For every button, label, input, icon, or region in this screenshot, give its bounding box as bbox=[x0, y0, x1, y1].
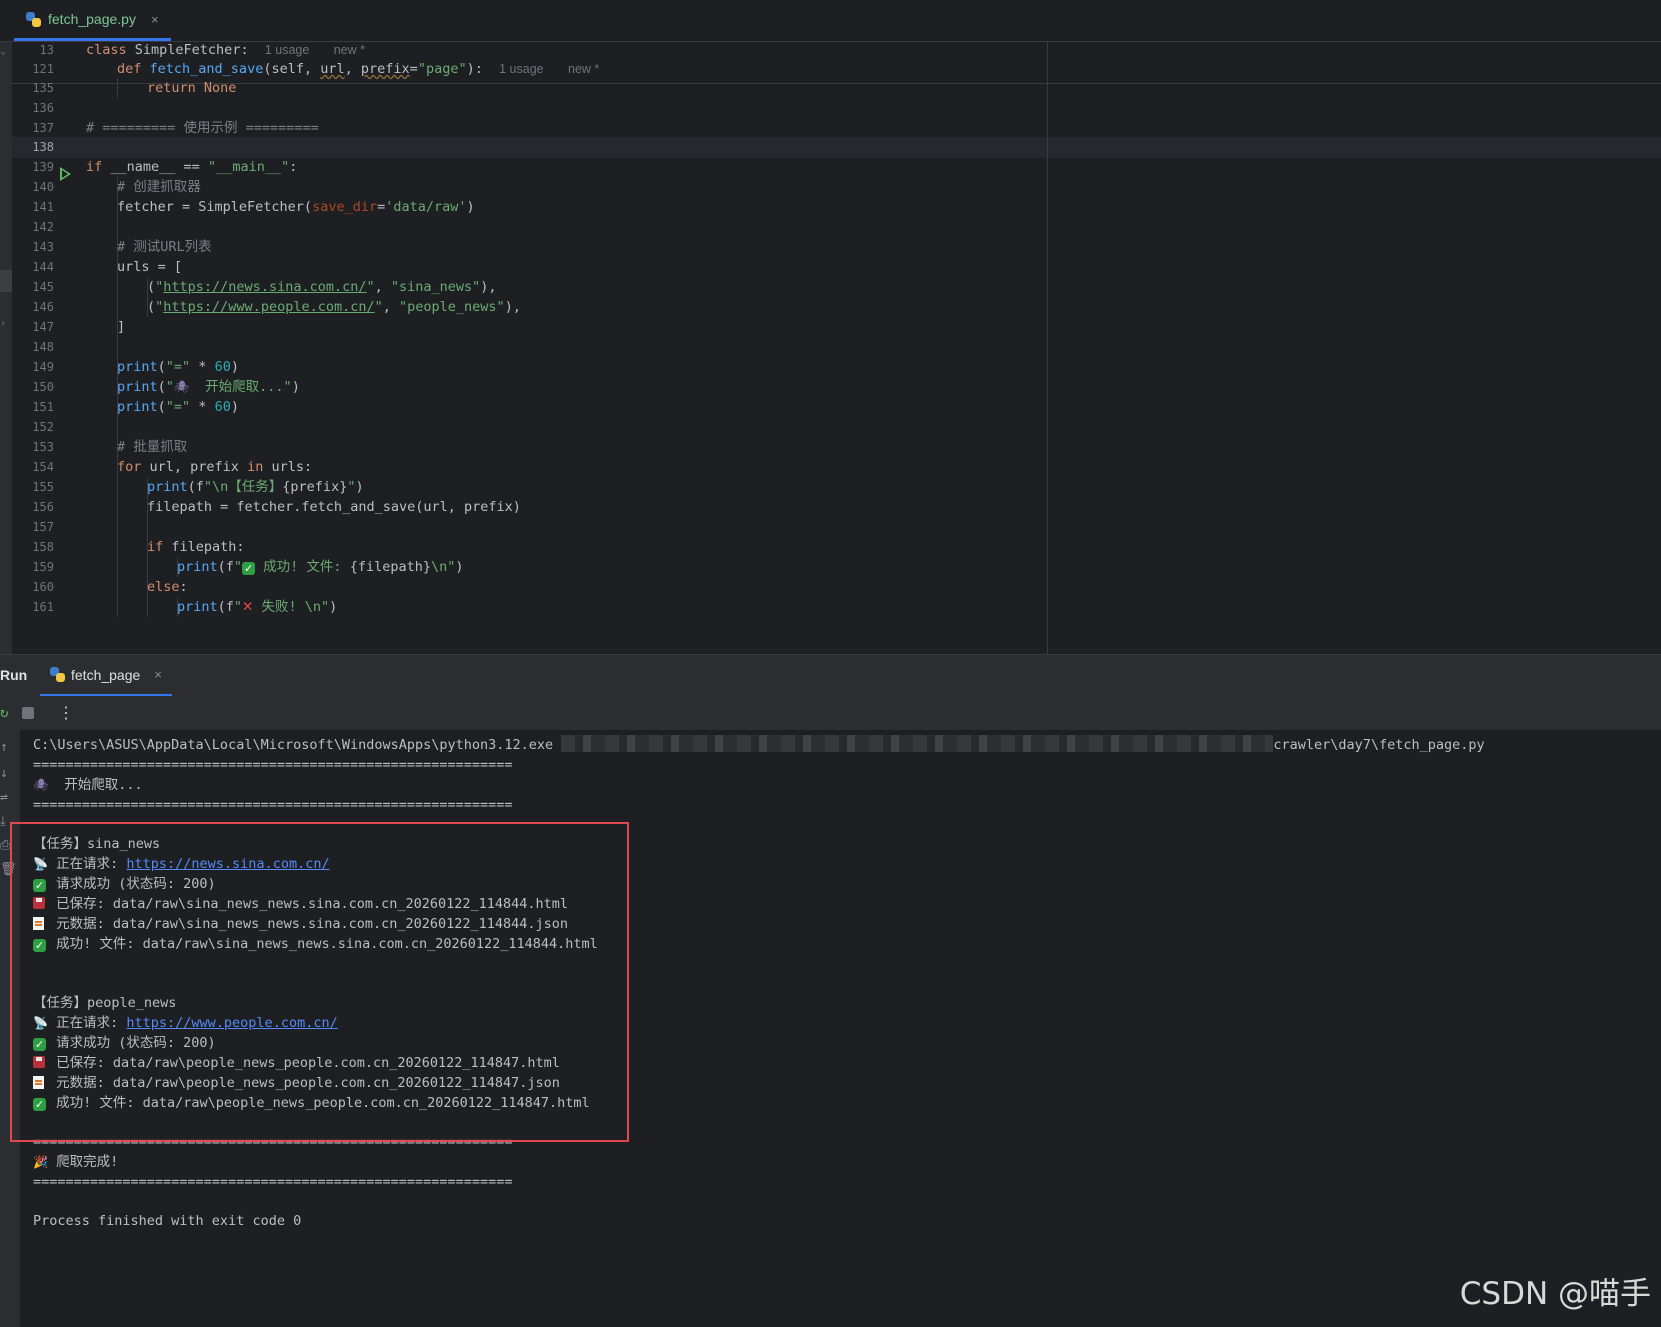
line-number-gutter: 13 121 135 136 137 138 139 140 141 142 1… bbox=[12, 42, 86, 654]
line-number: 141 bbox=[32, 200, 54, 214]
line-number: 136 bbox=[32, 101, 54, 115]
line-number: 135 bbox=[32, 81, 54, 95]
code-line-150: print("🕷 开始爬取...") bbox=[117, 377, 300, 398]
line-number: 157 bbox=[32, 520, 54, 534]
line-number: 142 bbox=[32, 220, 54, 234]
cross-icon: ✕ bbox=[242, 599, 254, 615]
line-number: 121 bbox=[32, 62, 54, 76]
usage-hint: 1 usage bbox=[264, 43, 310, 57]
chevron-down-icon[interactable]: ⌄ bbox=[0, 46, 6, 57]
csdn-watermark: CSDN @喵手 bbox=[1459, 1276, 1651, 1312]
run-panel-header: Run fetch_page × bbox=[0, 654, 1661, 697]
code-line-144: urls = [ bbox=[117, 259, 183, 275]
line-number: 144 bbox=[32, 260, 54, 274]
line-number: 161 bbox=[32, 600, 54, 614]
stop-icon[interactable] bbox=[22, 707, 34, 719]
run-tab-label: fetch_page bbox=[71, 666, 141, 683]
line-number: 159 bbox=[32, 560, 54, 574]
line-number: 138 bbox=[32, 140, 54, 154]
code-line-141: fetcher = SimpleFetcher(save_dir='data/r… bbox=[117, 199, 475, 215]
editor-tab-bar: fetch_page.py × bbox=[0, 0, 1661, 42]
python-run-icon bbox=[50, 667, 65, 682]
print-icon[interactable]: ⎙ bbox=[0, 838, 10, 853]
code-line-161: print(f"✕ 失败! \n") bbox=[177, 599, 338, 615]
code-line-121: def fetch_and_save(self, url, prefix="pa… bbox=[117, 61, 600, 77]
line-number: 140 bbox=[32, 180, 54, 194]
console-separator: ========================================… bbox=[33, 1174, 513, 1190]
code-line-147: ] bbox=[117, 319, 126, 335]
chevron-right-icon[interactable]: › bbox=[0, 318, 6, 329]
code-line-149: print("=" * 60) bbox=[117, 359, 239, 375]
line-number: 149 bbox=[32, 360, 54, 374]
code-line-154: for url, prefix in urls: bbox=[117, 459, 313, 475]
line-number: 150 bbox=[32, 380, 54, 394]
check-icon: ✓ bbox=[242, 562, 256, 575]
line-number: 155 bbox=[32, 480, 54, 494]
console-separator: ========================================… bbox=[33, 797, 513, 813]
code-line-145: ("https://news.sina.com.cn/", "sina_news… bbox=[147, 279, 497, 295]
line-number: 148 bbox=[32, 340, 54, 354]
line-number: 153 bbox=[32, 440, 54, 454]
line-number: 154 bbox=[32, 460, 54, 474]
line-number: 160 bbox=[32, 580, 54, 594]
redacted-path-block bbox=[561, 735, 1274, 752]
code-line-158: if filepath: bbox=[147, 539, 245, 555]
line-number: 145 bbox=[32, 280, 54, 294]
scroll-to-end-icon[interactable]: ⤓ bbox=[0, 814, 6, 829]
line-number: 151 bbox=[32, 400, 54, 414]
more-options-icon[interactable]: ⋮ bbox=[58, 703, 74, 722]
soft-wrap-icon[interactable]: ⇌ bbox=[0, 790, 8, 805]
code-line-156: filepath = fetcher.fetch_and_save(url, p… bbox=[147, 499, 521, 515]
code-line-146: ("https://www.people.com.cn/", "people_n… bbox=[147, 299, 521, 315]
code-line-137: # ========= 使用示例 ========= bbox=[86, 120, 319, 136]
code-line-135: return None bbox=[147, 80, 237, 96]
tab-run-fetch-page[interactable]: fetch_page × bbox=[40, 655, 172, 697]
code-line-143: # 测试URL列表 bbox=[117, 239, 212, 255]
party-popper-icon: 🎉 bbox=[33, 1155, 48, 1169]
run-main-icon[interactable] bbox=[60, 167, 71, 181]
line-number: 158 bbox=[32, 540, 54, 554]
run-toolbar: ↻ ⋮ bbox=[0, 696, 1661, 730]
code-line-153: # 批量抓取 bbox=[117, 439, 188, 455]
line-number: 152 bbox=[32, 420, 54, 434]
tab-label: fetch_page.py bbox=[48, 11, 136, 27]
code-line-159: print(f" ✓ 成功! 文件: {filepath}\n") bbox=[177, 559, 464, 575]
python-file-icon bbox=[26, 11, 41, 27]
tab-fetch-page-py[interactable]: fetch_page.py × bbox=[14, 0, 171, 41]
spider-icon: 🕷 bbox=[173, 380, 190, 394]
console-separator: ========================================… bbox=[33, 757, 513, 773]
line-number: 147 bbox=[32, 320, 54, 334]
code-line-155: print(f"\n【任务】{prefix}") bbox=[147, 479, 364, 495]
code-area[interactable]: class SimpleFetcher: 1 usage new * def f… bbox=[86, 42, 1661, 654]
line-number: 146 bbox=[32, 300, 54, 314]
red-highlight-annotation bbox=[10, 822, 629, 1142]
console-command-line: C:\Users\ASUS\AppData\Local\Microsoft\Wi… bbox=[33, 735, 1485, 753]
run-panel-title: Run bbox=[0, 667, 28, 683]
rerun-icon[interactable]: ↻ bbox=[0, 705, 8, 721]
new-hint: new * bbox=[333, 43, 365, 57]
scroll-up-icon[interactable]: ↑ bbox=[0, 740, 8, 755]
line-number: 156 bbox=[32, 500, 54, 514]
code-line-160: else: bbox=[147, 579, 188, 595]
finish-line: 🎉 爬取完成! bbox=[33, 1152, 118, 1173]
line-number: 139 bbox=[32, 160, 54, 174]
close-tab-icon[interactable]: × bbox=[151, 12, 159, 27]
code-editor[interactable]: ⌄ › 13 121 135 136 137 138 139 140 141 1… bbox=[0, 42, 1661, 654]
close-run-tab-icon[interactable]: × bbox=[154, 667, 162, 682]
code-line-140: # 创建抓取器 bbox=[117, 179, 201, 195]
line-number: 143 bbox=[32, 240, 54, 254]
line-number: 137 bbox=[32, 121, 54, 135]
code-line-139: if __name__ == "__main__": bbox=[86, 159, 298, 175]
scroll-down-icon[interactable]: ↓ bbox=[0, 766, 8, 781]
exit-code-line: Process finished with exit code 0 bbox=[33, 1213, 302, 1229]
console-start-line: 🕷 开始爬取... bbox=[33, 775, 143, 796]
code-line-151: print("=" * 60) bbox=[117, 399, 239, 415]
right-margin-guide bbox=[1047, 42, 1048, 654]
editor-left-strip: ⌄ › bbox=[0, 42, 12, 654]
spider-icon: 🕷 bbox=[33, 778, 49, 792]
